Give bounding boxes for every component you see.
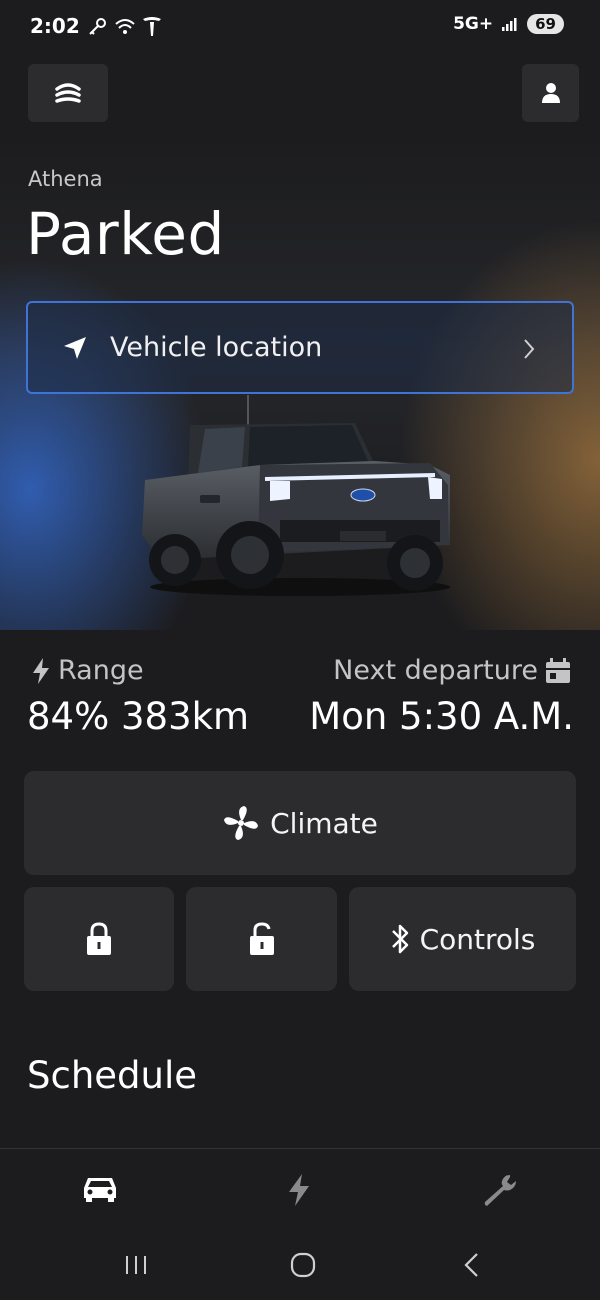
location-arrow-icon [64,337,86,359]
system-nav-bar [0,1232,600,1300]
car-icon [84,1178,116,1202]
bottom-nav [0,1150,600,1232]
lock-open-icon [249,922,274,955]
recent-apps-icon[interactable] [123,1252,149,1278]
fan-icon [224,806,259,840]
lightning-icon [33,657,49,684]
vehicle-image [142,395,450,596]
departure-label: Next departure [333,655,538,686]
schedule-title: Schedule [27,1054,198,1097]
key-icon [89,18,106,35]
departure-label-group[interactable]: Next departure [333,655,572,686]
tesla-logo-icon [143,17,161,36]
signal-icon [502,18,517,31]
controls-label: Controls [419,922,536,956]
vehicle-state: Parked [26,200,225,268]
home-icon[interactable] [290,1252,316,1278]
bluetooth-icon [391,924,408,954]
wrench-icon [484,1175,516,1206]
nav-tab-service[interactable] [480,1172,520,1212]
nav-tab-charging[interactable] [285,1172,313,1212]
range-label: Range [58,655,144,686]
chevron-right-icon [524,339,535,359]
climate-button[interactable]: Climate [24,771,576,875]
departure-value: Mon 5:30 A.M. [309,695,574,738]
status-icons-right: 5G+ 69 [453,14,564,34]
lock-closed-icon [87,922,111,955]
status-bar: 2:02 5G+ 69 [0,0,600,56]
range-value: 84% 383km [27,695,250,738]
vehicle-menu-button[interactable] [28,64,108,122]
status-icons-left [86,16,162,38]
vehicle-location-button[interactable]: Vehicle location [26,301,574,394]
network-type: 5G+ [453,14,494,34]
status-time: 2:02 [30,14,80,38]
range-label-group: Range [30,655,144,686]
lightning-icon [289,1174,309,1206]
vehicle-menu-icon [55,83,81,103]
person-icon [541,83,560,103]
climate-label: Climate [270,806,378,840]
vehicle-location-label: Vehicle location [110,332,323,363]
back-icon[interactable] [462,1252,482,1278]
vehicle-name: Athena [28,167,103,191]
wifi-icon [115,19,135,34]
controls-button[interactable]: Controls [349,887,576,991]
nav-tab-vehicle[interactable] [80,1172,120,1208]
bottom-nav-divider [0,1148,600,1149]
profile-button[interactable] [522,64,579,122]
lock-button[interactable] [24,887,174,991]
unlock-button[interactable] [186,887,337,991]
battery-indicator: 69 [527,14,564,34]
calendar-icon [546,657,570,683]
